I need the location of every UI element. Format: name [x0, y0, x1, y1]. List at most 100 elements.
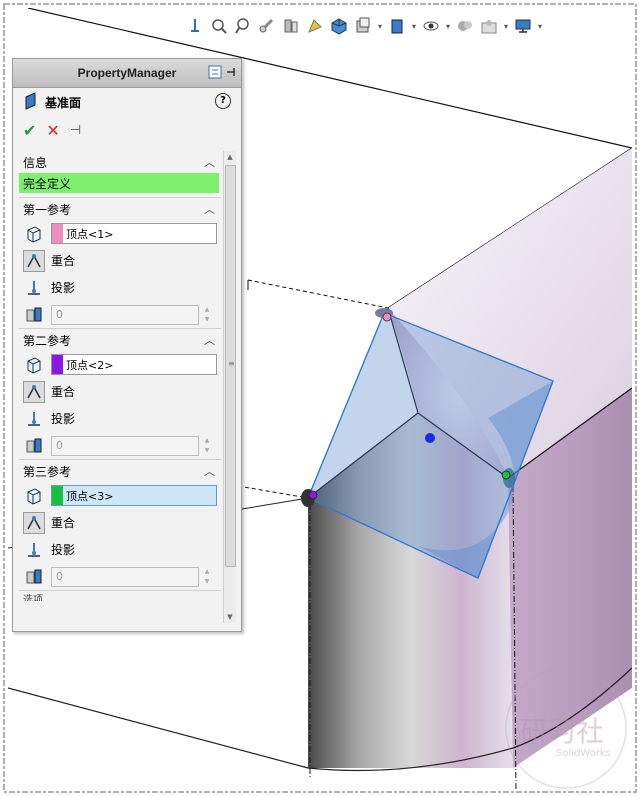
first-reference-selection-box[interactable]: 顶点<1>	[51, 223, 217, 244]
reference-plane-icon	[23, 91, 39, 113]
first-reference-title: 第一参考	[23, 202, 72, 217]
first-reference-header[interactable]: 第一参考 ︿	[19, 198, 221, 220]
dynamic-annotation-icon[interactable]	[304, 15, 326, 37]
zoom-area-icon[interactable]	[232, 15, 254, 37]
coincident-icon[interactable]	[23, 249, 45, 272]
chevron-down-icon[interactable]: ▾	[444, 22, 452, 31]
distance-input[interactable]: 0	[51, 566, 199, 587]
projection-label: 投影	[51, 543, 76, 557]
second-reference-title: 第二参考	[23, 333, 72, 348]
vertex-selection-icon	[23, 354, 45, 376]
view-settings-icon[interactable]	[478, 15, 500, 37]
collapse-icon[interactable]: ︿	[204, 332, 215, 348]
distance-row: 0 ▲ ▼	[19, 563, 221, 590]
pin-panel-icon[interactable]	[225, 65, 237, 82]
distance-row: 0 ▲ ▼	[19, 432, 221, 459]
coincident-label: 重合	[51, 516, 76, 530]
offset-distance-icon	[23, 566, 45, 588]
previous-view-icon[interactable]	[256, 15, 278, 37]
coincident-label: 重合	[51, 254, 76, 268]
chevron-down-icon[interactable]: ▾	[376, 22, 384, 31]
projection-option-row[interactable]: 投影	[19, 536, 221, 563]
property-manager-body: 信息 ︿ 完全定义 第一参考 ︿ 顶点<1> 重合 投影 0 ▲ ▼ 第二参考 …	[19, 151, 221, 623]
coincident-icon[interactable]	[23, 511, 45, 534]
second-reference-header[interactable]: 第二参考 ︿	[19, 329, 221, 351]
property-manager-header: PropertyManager	[13, 59, 241, 88]
second-reference-selection-box[interactable]: 顶点<2>	[51, 354, 217, 375]
second-reference-selection-row: 顶点<2>	[19, 351, 221, 378]
status-message: 完全定义	[19, 173, 219, 193]
options-group: 选项	[19, 590, 221, 601]
third-reference-group: 第三参考 ︿ 顶点<3> 重合 投影 0 ▲ ▼	[19, 459, 221, 590]
second-reference-selection: 顶点<2>	[66, 358, 114, 372]
property-manager-title: PropertyManager	[77, 66, 177, 80]
display-style-icon[interactable]	[352, 15, 374, 37]
vertex-selection-icon	[23, 485, 45, 507]
watermark-subtext: SolidWorks	[556, 748, 611, 759]
keep-visible-pin-button[interactable]: ⊣	[70, 123, 81, 138]
third-reference-header[interactable]: 第三参考 ︿	[19, 460, 221, 482]
coincident-icon[interactable]	[23, 380, 45, 403]
reference-color-swatch	[52, 224, 63, 243]
vertex-1-marker[interactable]	[375, 308, 393, 322]
distance-row: 0 ▲ ▼	[19, 301, 221, 328]
distance-input[interactable]: 0	[51, 304, 199, 325]
distance-spinner[interactable]: ▲ ▼	[201, 436, 213, 456]
chevron-down-icon[interactable]: ▾	[502, 22, 510, 31]
scroll-down-arrow-icon[interactable]: ▼	[224, 611, 236, 623]
options-group-title[interactable]: 选项	[19, 591, 221, 601]
coincident-option-row[interactable]: 重合	[19, 247, 221, 274]
info-group: 信息 ︿ 完全定义	[19, 151, 221, 193]
ok-button[interactable]: ✔	[23, 121, 36, 140]
info-group-title: 信息	[23, 155, 48, 170]
view-orientation-icon[interactable]	[184, 15, 206, 37]
projection-option-row[interactable]: 投影	[19, 274, 221, 301]
distance-spinner[interactable]: ▲ ▼	[201, 305, 213, 325]
coincident-option-row[interactable]: 重合	[19, 378, 221, 405]
first-reference-selection-row: 顶点<1>	[19, 220, 221, 247]
collapse-icon[interactable]: ︿	[204, 154, 215, 170]
reference-color-swatch	[52, 355, 63, 374]
zoom-to-fit-icon[interactable]	[208, 15, 230, 37]
cancel-button[interactable]: ✕	[46, 121, 59, 140]
action-buttons: ✔ ✕ ⊣	[13, 116, 241, 144]
view-orientation-cube-icon[interactable]	[328, 15, 350, 37]
projection-option-row[interactable]: 投影	[19, 405, 221, 432]
third-reference-selection-row: 顶点<3>	[19, 482, 221, 509]
property-manager-panel: PropertyManager 基准面 ? ✔ ✕ ⊣ 信息 ︿ 完全定义 第一…	[12, 58, 242, 632]
panel-scrollbar[interactable]: ▲ ≡ ▼	[223, 151, 236, 623]
chevron-down-icon[interactable]: ▾	[536, 22, 544, 31]
expand-panel-icon[interactable]	[208, 65, 222, 82]
projection-icon[interactable]	[23, 408, 45, 430]
collapse-icon[interactable]: ︿	[204, 463, 215, 479]
projection-label: 投影	[51, 281, 76, 295]
distance-input[interactable]: 0	[51, 435, 199, 456]
projection-label: 投影	[51, 412, 76, 426]
watermark-text: 研习社	[520, 715, 605, 748]
collapse-icon[interactable]: ︿	[204, 201, 215, 217]
section-view-icon[interactable]	[280, 15, 302, 37]
scroll-up-arrow-icon[interactable]: ▲	[224, 151, 236, 163]
third-reference-selection-box[interactable]: 顶点<3>	[51, 485, 217, 506]
projection-icon[interactable]	[23, 277, 45, 299]
info-group-header[interactable]: 信息 ︿	[19, 151, 221, 173]
third-reference-title: 第三参考	[23, 464, 72, 479]
projection-icon[interactable]	[23, 539, 45, 561]
help-icon[interactable]: ?	[215, 93, 231, 109]
first-reference-selection: 顶点<1>	[66, 227, 114, 241]
plane-origin-marker	[425, 433, 435, 443]
edit-appearance-icon[interactable]	[420, 15, 442, 37]
chevron-down-icon[interactable]: ▾	[410, 22, 418, 31]
monitor-icon[interactable]	[512, 15, 534, 37]
offset-distance-icon	[23, 435, 45, 457]
scroll-thumb[interactable]: ≡	[225, 165, 236, 567]
hide-show-icon[interactable]	[386, 15, 408, 37]
coincident-label: 重合	[51, 385, 76, 399]
coincident-option-row[interactable]: 重合	[19, 509, 221, 536]
second-reference-group: 第二参考 ︿ 顶点<2> 重合 投影 0 ▲ ▼	[19, 328, 221, 459]
heads-up-view-toolbar: ▾ ▾ ▾ ▾ ▾	[184, 14, 544, 38]
vertex-selection-icon	[23, 223, 45, 245]
first-reference-group: 第一参考 ︿ 顶点<1> 重合 投影 0 ▲ ▼	[19, 197, 221, 328]
distance-spinner[interactable]: ▲ ▼	[201, 567, 213, 587]
apply-scene-icon[interactable]	[454, 15, 476, 37]
